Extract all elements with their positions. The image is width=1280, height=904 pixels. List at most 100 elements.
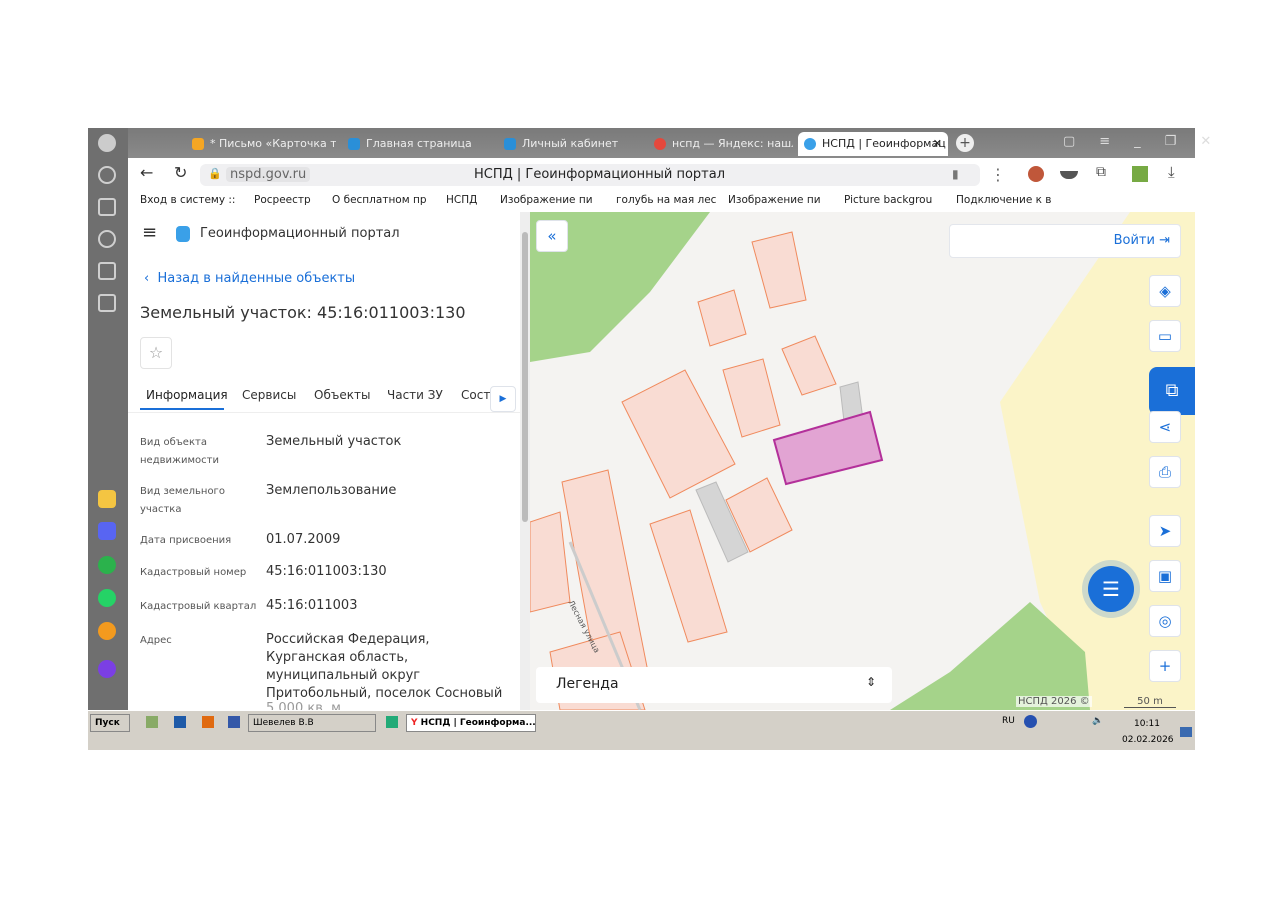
field-label: Вид объекта недвижимости [140,437,219,466]
rosreestr-icon [504,138,516,150]
collections-icon[interactable] [98,198,116,216]
bookmark[interactable]: Вход в систему :: [140,194,235,206]
desktop-icon[interactable] [1180,727,1192,737]
save-icon[interactable] [228,716,240,728]
bookmark[interactable]: голубь на мая лес [616,194,716,206]
layers-button[interactable]: ◈ [1149,275,1181,307]
tab-parts[interactable]: Части ЗУ [387,388,443,402]
menu-icon[interactable]: ⋮ [990,165,1006,184]
scale-bar: 50 m [1124,696,1176,708]
extension-icon[interactable] [1132,166,1148,182]
field-value: Землепользование [266,483,397,498]
history-icon[interactable] [98,166,116,184]
profile-icon[interactable] [98,134,116,152]
bookmark[interactable]: НСПД [446,194,477,206]
taskbar-item-active[interactable]: Y НСПД | Геоинформа... [406,714,536,732]
login-icon: ⇥ [1159,233,1170,248]
ruler-button[interactable]: ▭ [1149,320,1181,352]
login-button[interactable]: Войти ⇥ [949,224,1181,258]
scroll-thumb[interactable] [522,232,528,522]
tab[interactable]: Главная страница [342,132,492,156]
tab-info[interactable]: Информация [146,388,228,402]
legend-button[interactable]: Легенда ⇕ [536,667,892,703]
reload-icon[interactable]: ↻ [174,163,187,182]
play-icon[interactable] [98,230,116,248]
bookmark[interactable]: Подключение к в [956,194,1052,206]
field-label: Кадастровый квартал [140,601,257,612]
photoshop-icon[interactable] [174,716,186,728]
zoom-in-button[interactable]: + [1149,650,1181,682]
portal-logo [176,226,190,242]
alice-icon[interactable] [98,660,116,678]
selected-parcel [772,410,884,486]
mail-icon[interactable] [98,622,116,640]
bookmark-icon[interactable]: ▮ [952,167,959,181]
tab-bar: * Письмо «Карточка тр Главная страница Л… [128,128,1211,158]
clock-date: 02.02.2026 [1122,735,1174,745]
discord-icon[interactable] [98,522,116,540]
info-panel: ≡ Геоинформационный портал ‹ Назад в най… [128,212,520,710]
tab-services[interactable]: Сервисы [242,388,296,402]
extension-icon[interactable]: ⧉ [1096,164,1106,180]
app-icon[interactable] [146,716,158,728]
search-location-button[interactable]: ◎ [1149,605,1181,637]
geolocation-button[interactable]: ➤ [1149,515,1181,547]
nspd-tool-button[interactable]: ⧉ [1149,367,1195,415]
illustrator-icon[interactable] [202,716,214,728]
download-icon[interactable]: ⤓ [1168,163,1175,181]
mail-icon [192,138,204,150]
nspd-icon [804,138,816,150]
extension-icon[interactable] [1028,166,1044,182]
back-link[interactable]: ‹ Назад в найденные объекты [144,271,355,286]
divider [128,412,520,413]
back-icon[interactable]: ← [140,163,153,182]
new-tab-button[interactable]: + [956,134,974,152]
url-field[interactable]: 🔒 nspd.gov.ru НСПД | Геоинформационный п… [200,164,980,186]
s-icon[interactable] [98,262,116,280]
whatsapp-icon[interactable] [98,589,116,607]
chat-icon[interactable]: ☰ [1088,566,1134,612]
field-label: Кадастровый номер [140,567,247,578]
tab[interactable]: Личный кабинет [498,132,648,156]
field-label: Вид земельного участка [140,486,225,515]
help-icon[interactable] [1024,715,1037,728]
map[interactable]: Лесная улица « Войти ⇥ ◈ ▭ ⧉ ⋖ ⎙ ➤ ▣ ◎ +… [530,212,1195,710]
field-value: 5 000 кв. м [266,701,341,710]
bookmark[interactable]: Росреестр [254,194,311,206]
collapse-panel-button[interactable]: « [536,220,568,252]
tab[interactable]: * Письмо «Карточка тр [186,132,336,156]
language-indicator[interactable]: RU [1002,716,1015,726]
bookmark[interactable]: Picture backgrou [844,194,932,206]
chevron-updown-icon: ⇕ [865,675,876,689]
tab-active[interactable]: НСПД | Геоинформац ✕ [798,132,948,156]
start-button[interactable]: Пуск [90,714,130,732]
field-value: Земельный участок [266,434,402,449]
volume-icon[interactable]: 🔈 [1092,716,1103,726]
tabs-scroll-right-button[interactable]: ▶ [490,386,516,412]
panel-scrollbar[interactable] [520,212,530,710]
hamburger-icon[interactable]: ≡ [142,222,157,243]
close-icon[interactable]: ✕ [933,132,942,156]
taskbar-item[interactable]: Шевелев В.В [248,714,376,732]
address-bar: ← ↻ 🔒 nspd.gov.ru НСПД | Геоинформационн… [128,158,1195,190]
bookmark[interactable]: Изображение пи [728,194,821,206]
object-title: Земельный участок: 45:16:011003:130 [140,303,466,322]
bookmark[interactable]: О бесплатном пр [332,194,427,206]
extension-icon[interactable] [1060,171,1078,179]
map-canvas[interactable]: Лесная улица [530,212,1195,710]
tab[interactable]: нспд — Яндекс: нашлос [648,132,793,156]
minimap-button[interactable]: ▣ [1149,560,1181,592]
favorite-star-button[interactable]: ☆ [140,337,172,369]
print-button[interactable]: ⎙ [1149,456,1181,488]
app-icon[interactable] [98,490,116,508]
share-button[interactable]: ⋖ [1149,411,1181,443]
tab-objects[interactable]: Объекты [314,388,370,402]
copyright: НСПД 2026 © [1016,696,1092,707]
yandex-icon: Y [411,718,418,728]
screenshot-icon[interactable] [98,294,116,312]
bookmark[interactable]: Изображение пи [500,194,593,206]
field-value: Российская Федерация, Курганская область… [266,632,503,701]
window-controls[interactable]: ▢≡_❐✕ [1063,134,1235,149]
excel-icon[interactable] [386,716,398,728]
check-icon[interactable] [98,556,116,574]
